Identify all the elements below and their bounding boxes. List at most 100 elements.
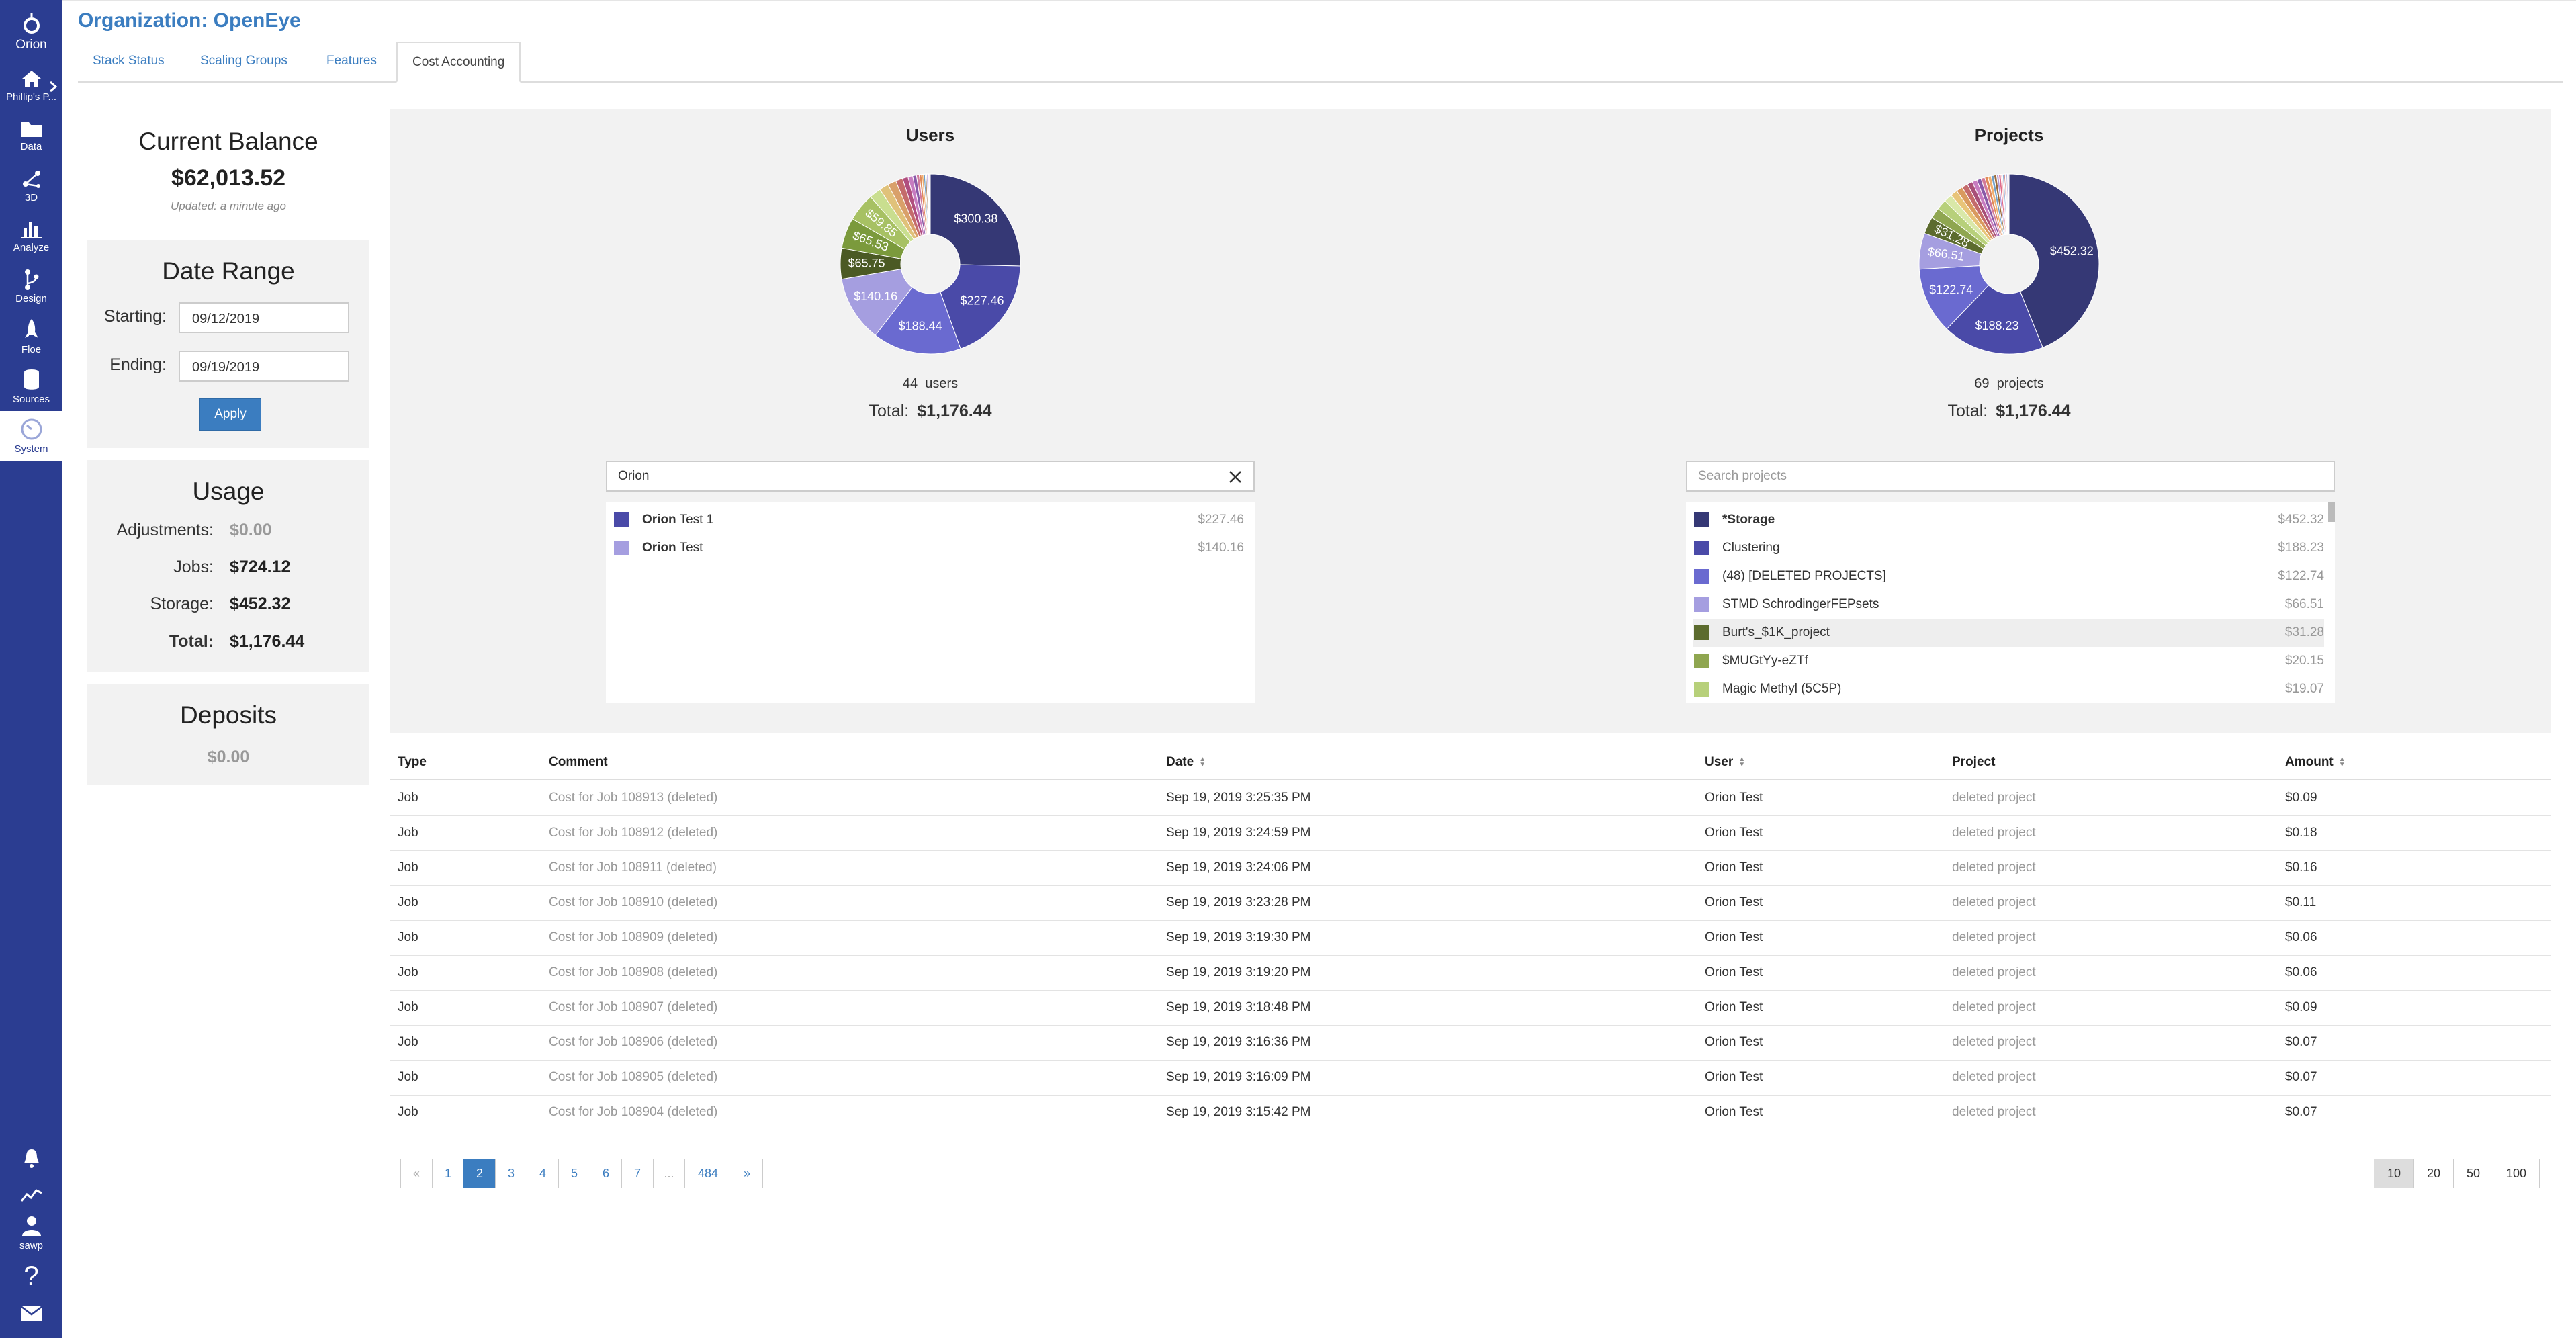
cell-comment: Cost for Job 108909 (deleted) <box>549 930 718 944</box>
page-button-484[interactable]: 484 <box>684 1159 731 1188</box>
list-item[interactable]: Orion Test 1 $227.46 <box>613 506 1244 534</box>
col-date[interactable]: Date ▲ ▼ <box>1166 755 1206 770</box>
table-row[interactable]: Job Cost for Job 108913 (deleted) Sep 19, … <box>390 780 2551 816</box>
user-menu[interactable]: sawp <box>0 1214 62 1251</box>
clear-search-icon[interactable] <box>1228 470 1243 484</box>
cell-amount: $0.16 <box>2285 860 2317 875</box>
project-name: (48) [DELETED PROJECTS] <box>1722 569 1886 583</box>
user-menu-label: sawp <box>19 1240 44 1251</box>
page-size-100[interactable]: 100 <box>2493 1159 2540 1188</box>
notifications-button[interactable] <box>0 1147 62 1171</box>
page-button-4[interactable]: 4 <box>527 1159 559 1188</box>
user-search-input[interactable]: Orion <box>606 461 1255 492</box>
mail-button[interactable] <box>0 1304 62 1325</box>
tab-scaling-groups[interactable]: Scaling Groups <box>185 42 302 81</box>
deposits-panel: Deposits $0.00 <box>87 684 369 785</box>
page-button-3[interactable]: 3 <box>495 1159 527 1188</box>
list-item[interactable]: *Storage $452.32 <box>1693 506 2324 534</box>
list-item[interactable]: Orion Test $140.16 <box>613 534 1244 562</box>
cell-user: Orion Test <box>1705 1070 1763 1084</box>
page-title: Organization: OpenEye <box>78 9 301 32</box>
orion-logo[interactable]: Orion <box>0 12 62 52</box>
table-row[interactable]: Job Cost for Job 108908 (deleted) Sep 19, … <box>390 955 2551 991</box>
col-user[interactable]: User ▲ ▼ <box>1705 755 1745 770</box>
usage-label: Jobs: <box>173 558 214 576</box>
date-range-panel: Date Range Starting: 09/12/2019 Ending: … <box>87 240 369 448</box>
tab-features[interactable]: Features <box>312 42 392 81</box>
page-button-6[interactable]: 6 <box>590 1159 622 1188</box>
cell-amount: $0.07 <box>2285 1105 2317 1119</box>
project-list-scrollbar[interactable] <box>2328 502 2335 522</box>
cell-date: Sep 19, 2019 3:19:20 PM <box>1166 965 1311 979</box>
nav-item-data[interactable]: Data <box>0 120 62 152</box>
orion-logo-icon <box>23 13 40 34</box>
project-name: Burt's_$1K_project <box>1722 625 1830 639</box>
table-row[interactable]: Job Cost for Job 108910 (deleted) Sep 19, … <box>390 885 2551 921</box>
cell-project: deleted project <box>1952 826 2036 840</box>
project-search-input[interactable]: Search projects <box>1686 461 2335 492</box>
list-item[interactable]: Magic Methyl (5C5P) $19.07 <box>1693 675 2324 703</box>
color-swatch <box>1694 512 1709 527</box>
usage-row-jobs: Jobs: $724.12 <box>87 558 369 584</box>
page-button-7[interactable]: 7 <box>621 1159 654 1188</box>
tab-stack-status[interactable]: Stack Status <box>78 42 179 81</box>
chevron-right-icon[interactable] <box>48 81 58 93</box>
table-row[interactable]: Job Cost for Job 108905 (deleted) Sep 19, … <box>390 1060 2551 1096</box>
ending-date-input[interactable]: 09/19/2019 <box>179 351 349 382</box>
bar-chart-icon <box>21 222 42 238</box>
cell-type: Job <box>398 1035 418 1049</box>
page-next-button[interactable]: » <box>731 1159 763 1188</box>
cell-comment: Cost for Job 108912 (deleted) <box>549 826 718 840</box>
page-size-50[interactable]: 50 <box>2453 1159 2493 1188</box>
sort-icon: ▲ ▼ <box>1199 755 1206 768</box>
nav-item-3d[interactable]: 3D <box>0 168 62 204</box>
page-size-10[interactable]: 10 <box>2374 1159 2414 1188</box>
help-icon: ? <box>24 1261 39 1291</box>
tab-cost-accounting[interactable]: Cost Accounting <box>396 42 521 83</box>
user-search-value: Orion <box>618 469 650 483</box>
table-row[interactable]: Job Cost for Job 108907 (deleted) Sep 19, … <box>390 990 2551 1026</box>
color-swatch <box>614 512 629 527</box>
cell-amount: $0.06 <box>2285 965 2317 979</box>
page-button-5[interactable]: 5 <box>558 1159 590 1188</box>
page-button-2[interactable]: 2 <box>463 1159 496 1188</box>
list-item[interactable]: STMD SchrodingerFEPsets $66.51 <box>1693 590 2324 619</box>
users-count: 44 users <box>796 376 1065 392</box>
activity-button[interactable] <box>0 1186 62 1206</box>
users-total-label: Total: <box>869 402 909 420</box>
usage-label: Adjustments: <box>116 521 214 539</box>
starting-date-input[interactable]: 09/12/2019 <box>179 302 349 333</box>
nav-item-design[interactable]: Design <box>0 269 62 304</box>
table-row[interactable]: Job Cost for Job 108906 (deleted) Sep 19, … <box>390 1025 2551 1061</box>
projects-pie-slice-label: $122.74 <box>1929 283 1973 297</box>
nav-item-system[interactable]: System <box>0 411 62 461</box>
nav-item-home[interactable]: Phillip's P... <box>0 69 62 103</box>
table-row[interactable]: Job Cost for Job 108912 (deleted) Sep 19, … <box>390 815 2551 851</box>
projects-pie-chart: $452.32$188.23$122.74$66.51$31.28 <box>1918 173 2100 355</box>
help-button[interactable]: ? <box>0 1263 62 1290</box>
nav-item-sources[interactable]: Sources <box>0 368 62 405</box>
table-row[interactable]: Job Cost for Job 108909 (deleted) Sep 19, … <box>390 920 2551 956</box>
cell-comment: Cost for Job 108907 (deleted) <box>549 1000 718 1014</box>
nav-item-floe[interactable]: Floe <box>0 318 62 355</box>
cell-date: Sep 19, 2019 3:25:35 PM <box>1166 791 1311 805</box>
table-row[interactable]: Job Cost for Job 108911 (deleted) Sep 19, … <box>390 850 2551 886</box>
list-item[interactable]: Clustering $188.23 <box>1693 534 2324 562</box>
apply-button[interactable]: Apply <box>199 398 261 431</box>
cell-comment: Cost for Job 108913 (deleted) <box>549 791 718 805</box>
project-cost: $19.07 <box>2284 682 2324 696</box>
page-size-20[interactable]: 20 <box>2413 1159 2454 1188</box>
table-row[interactable]: Job Cost for Job 108904 (deleted) Sep 19, … <box>390 1095 2551 1130</box>
page-prev-button[interactable]: « <box>400 1159 433 1188</box>
col-amount[interactable]: Amount ▲ ▼ <box>2285 755 2346 770</box>
date-range-title: Date Range <box>162 257 295 285</box>
list-item[interactable]: Burt's_$1K_project $31.28 <box>1693 619 2324 647</box>
list-item[interactable]: (48) [DELETED PROJECTS] $122.74 <box>1693 562 2324 590</box>
nav-item-data-label: Data <box>20 141 42 152</box>
page-button-1[interactable]: 1 <box>432 1159 464 1188</box>
user-name-match: Orion <box>642 512 676 527</box>
list-item[interactable]: $MUGtYy-eZTf $20.15 <box>1693 647 2324 675</box>
nav-item-analyze[interactable]: Analyze <box>0 219 62 253</box>
users-pie-slice-label: $227.46 <box>960 294 1004 307</box>
folder-icon <box>21 122 42 137</box>
